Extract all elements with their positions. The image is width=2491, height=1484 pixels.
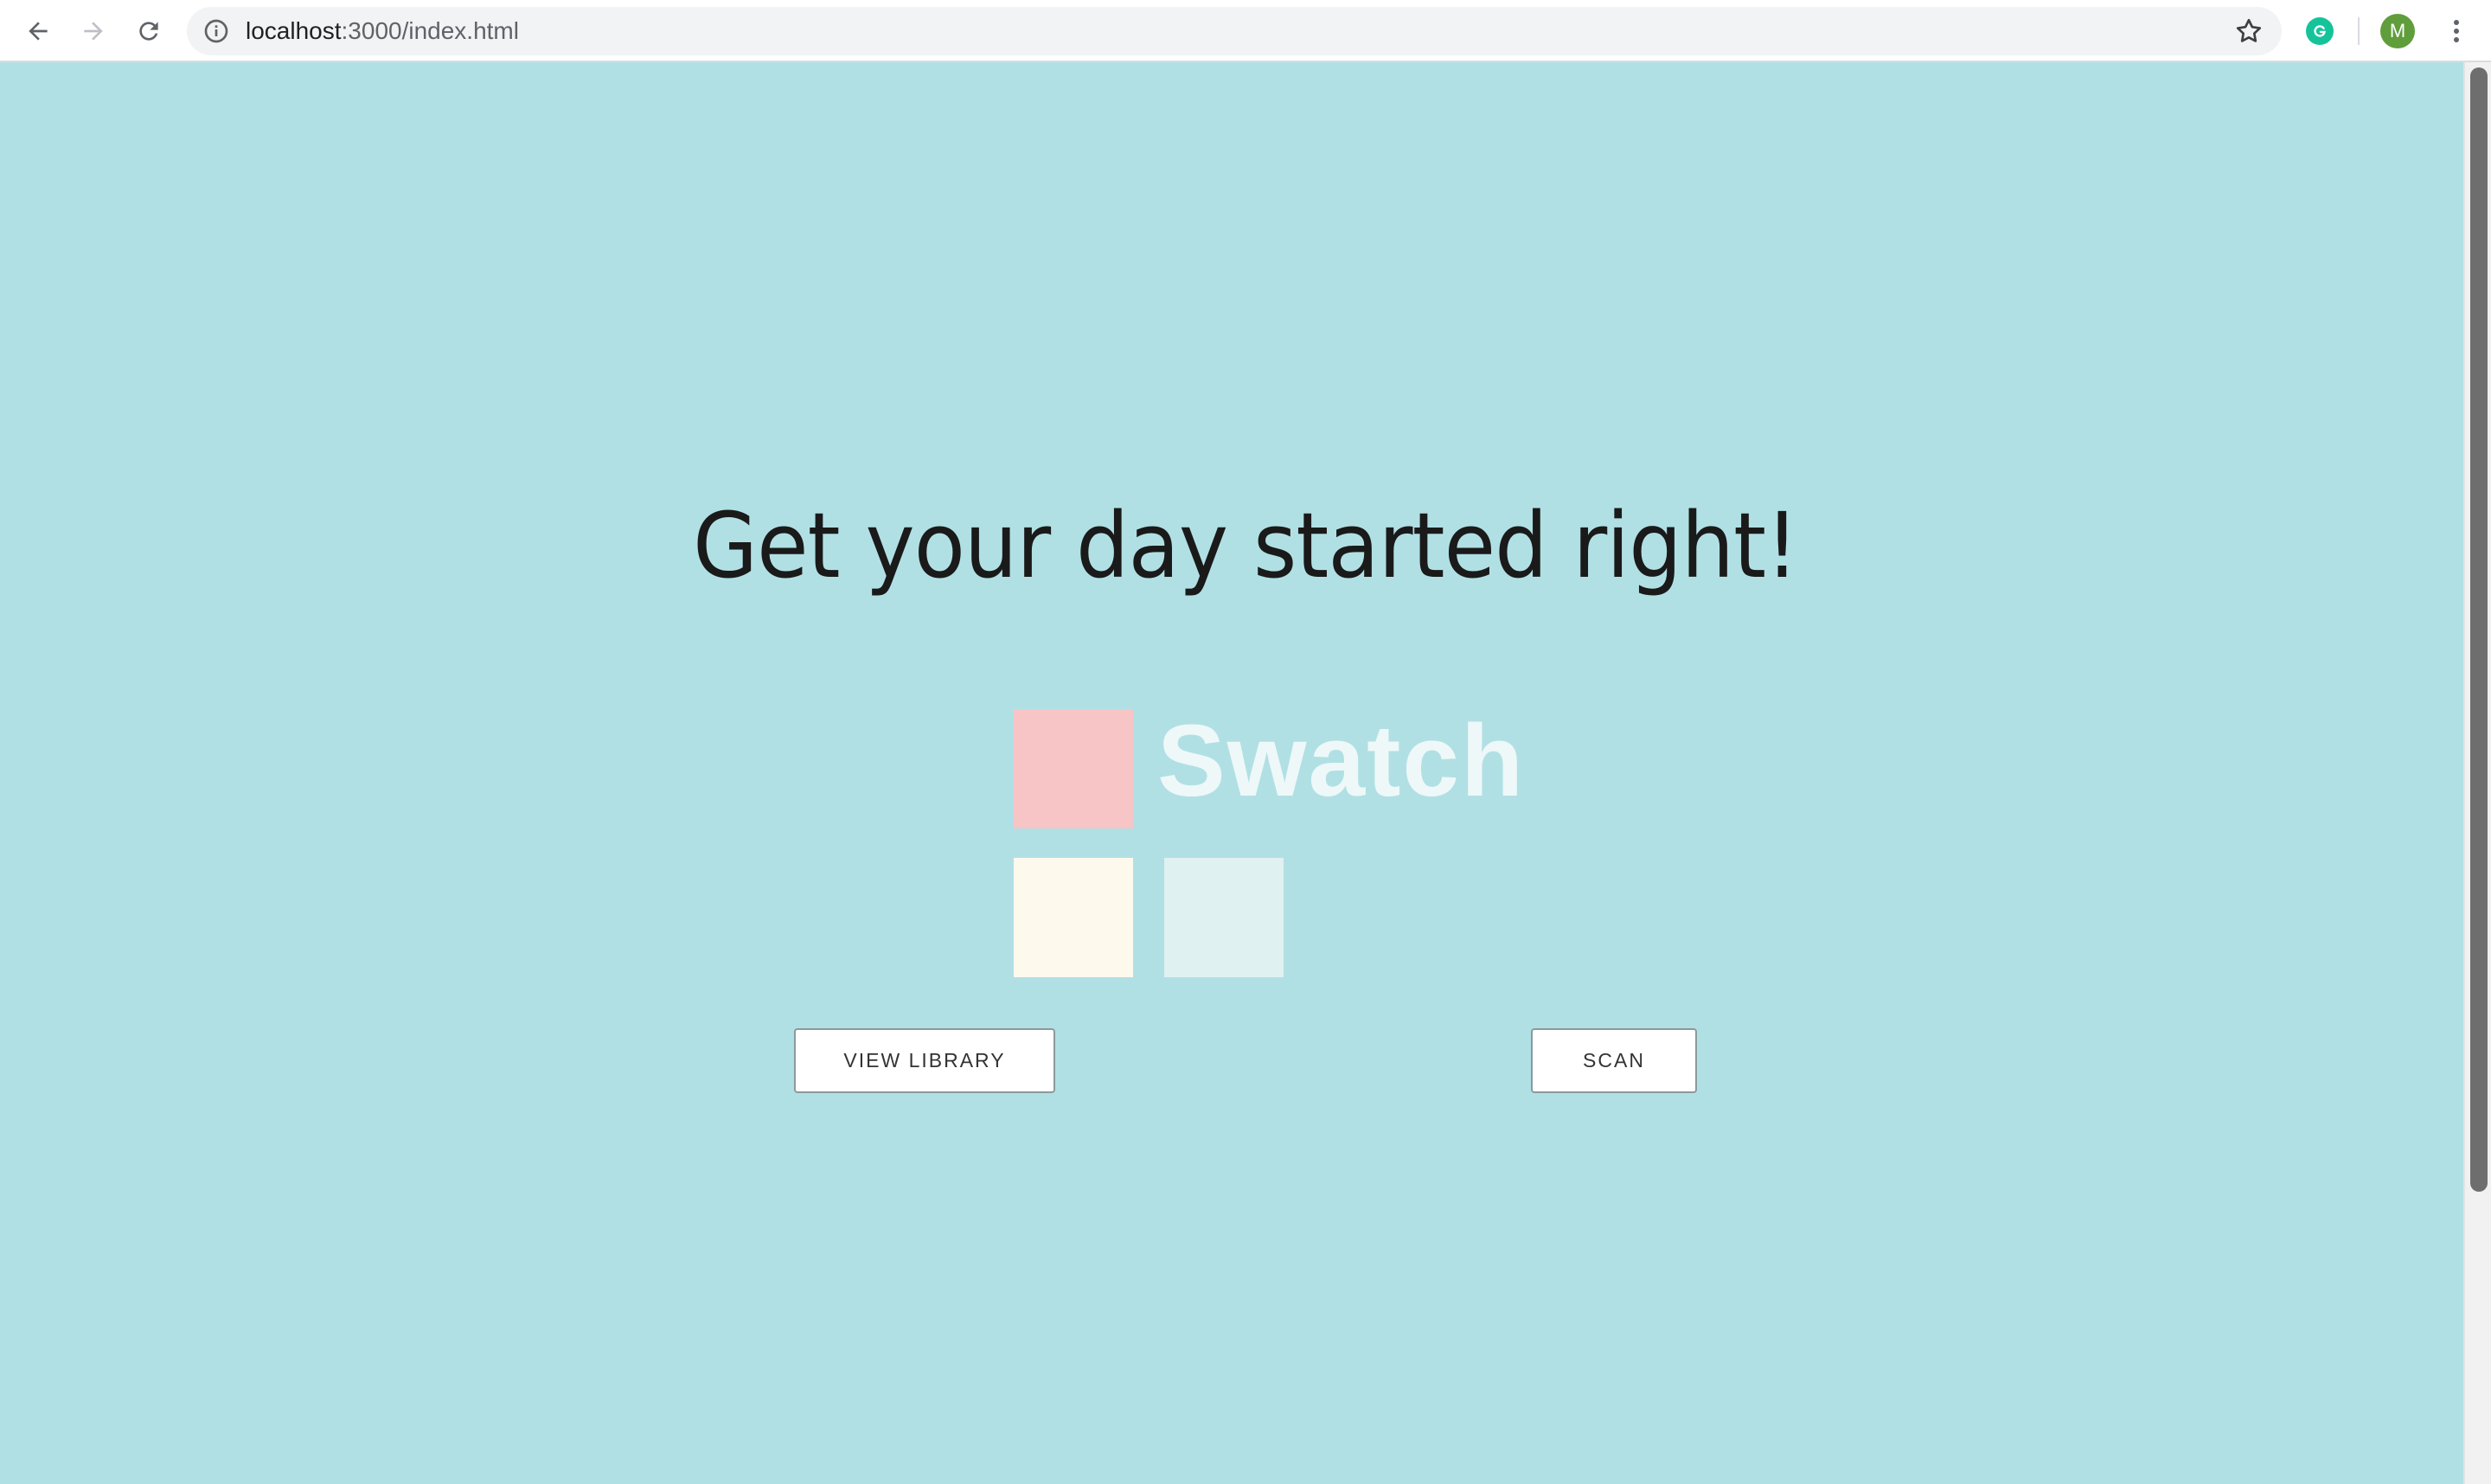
toolbar-divider bbox=[2358, 17, 2360, 45]
reload-icon bbox=[139, 22, 158, 41]
url-text[interactable]: localhost:3000/index.html bbox=[246, 7, 519, 55]
view-library-button[interactable]: VIEW LIBRARY bbox=[794, 1028, 1055, 1093]
page-headline: Get your day started right! bbox=[693, 493, 1799, 598]
bookmark-star-icon[interactable] bbox=[2233, 16, 2264, 47]
profile-avatar[interactable]: M bbox=[2380, 14, 2415, 48]
swatch-cream bbox=[1014, 858, 1133, 977]
swatch-pink bbox=[1014, 709, 1133, 828]
more-menu-icon[interactable] bbox=[2439, 14, 2474, 48]
scan-button[interactable]: SCAN bbox=[1531, 1028, 1697, 1093]
reload-button[interactable] bbox=[128, 10, 170, 52]
swatch-mint bbox=[1164, 858, 1284, 977]
scrollbar-thumb[interactable] bbox=[2470, 67, 2488, 1192]
arrow-left-icon bbox=[29, 22, 48, 41]
forward-button[interactable] bbox=[73, 10, 114, 52]
url-path: :3000/index.html bbox=[341, 17, 519, 44]
swatch-logo-text: Swatch bbox=[1157, 704, 1526, 818]
vertical-scrollbar[interactable] bbox=[2463, 62, 2491, 1484]
info-icon[interactable] bbox=[202, 17, 230, 45]
address-bar[interactable]: localhost:3000/index.html bbox=[187, 7, 2282, 55]
grammarly-extension-icon[interactable] bbox=[2306, 17, 2334, 45]
url-host: localhost bbox=[246, 17, 342, 44]
back-button[interactable] bbox=[17, 10, 59, 52]
browser-toolbar: localhost:3000/index.html M bbox=[0, 0, 2491, 62]
arrow-right-icon bbox=[84, 22, 103, 41]
